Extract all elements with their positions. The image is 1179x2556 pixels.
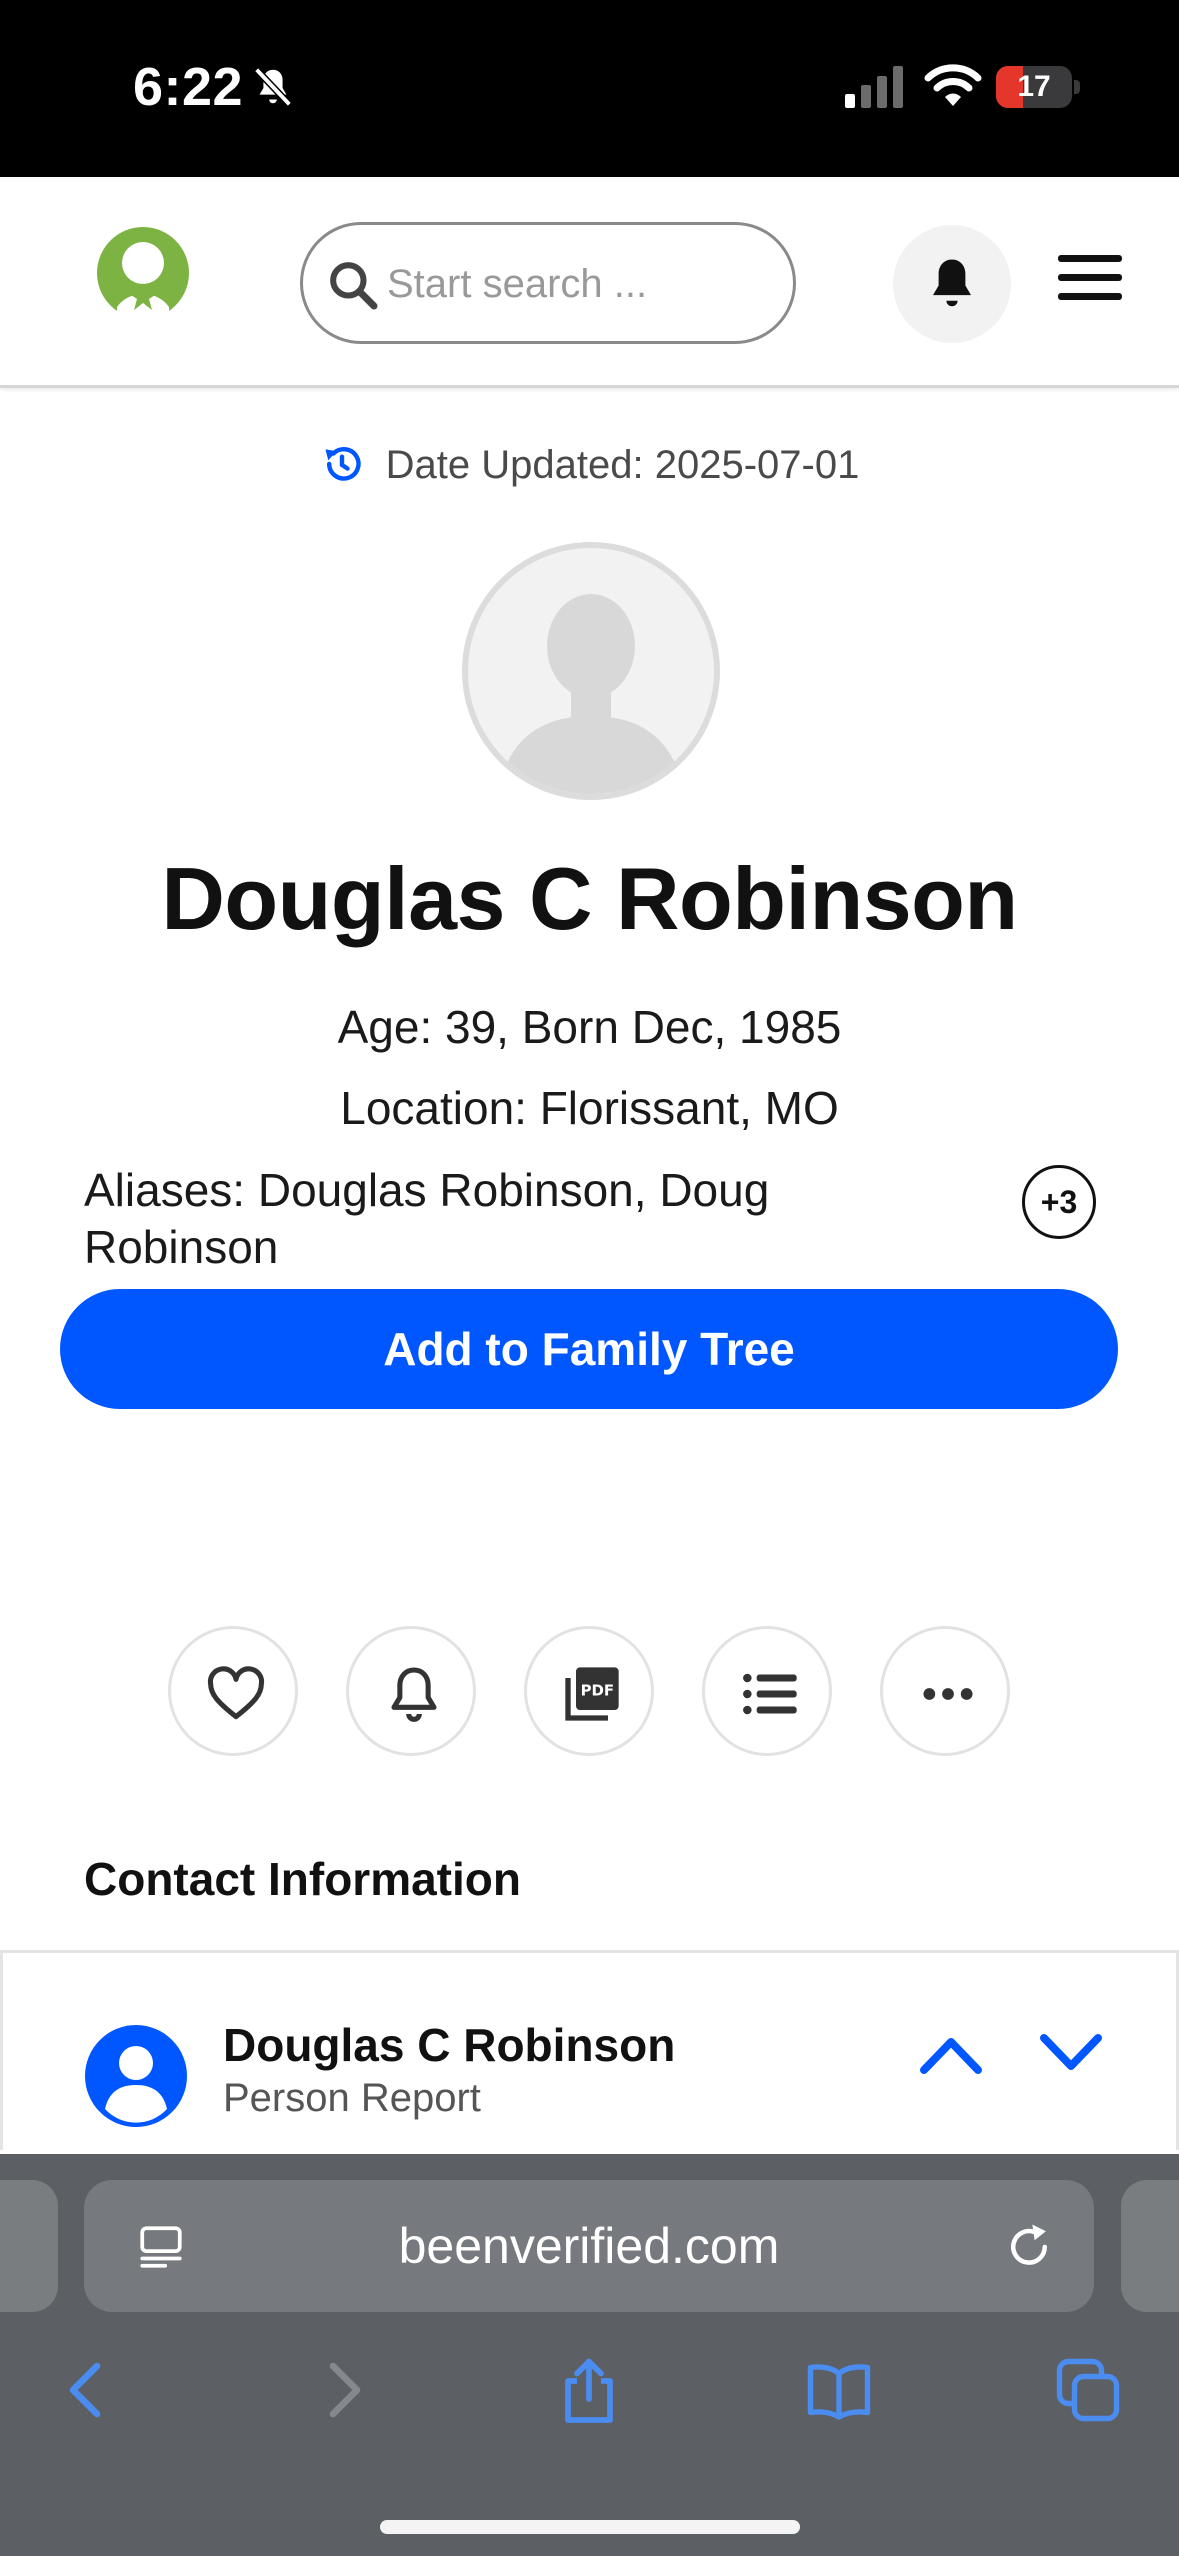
share-icon[interactable]	[553, 2354, 625, 2426]
date-updated-text: Date Updated: 2025-07-01	[385, 443, 860, 487]
address-bar[interactable]: beenverified.com	[84, 2180, 1094, 2312]
location-line: Location: Florissant, MO	[340, 1082, 839, 1134]
hamburger-menu-icon[interactable]	[1058, 253, 1122, 303]
bell-icon	[391, 1667, 437, 1722]
report-person-name: Douglas C Robinson	[223, 2019, 676, 2071]
svg-text:PDF: PDF	[581, 1682, 615, 1700]
more-icon	[923, 1688, 973, 1700]
notifications-button[interactable]	[893, 225, 1011, 343]
aliases-text: Aliases: Douglas Robinson, Doug Robinson	[84, 1164, 770, 1273]
beenverified-logo[interactable]	[97, 227, 189, 319]
app-header	[0, 177, 1179, 388]
report-type-label: Person Report	[223, 2076, 481, 2120]
tabs-icon[interactable]	[1052, 2354, 1124, 2426]
contact-information-heading: Contact Information	[84, 1853, 521, 1905]
download-pdf-button[interactable]: PDF	[524, 1626, 654, 1756]
person-silhouette-icon	[498, 594, 684, 794]
battery-body: 17	[996, 66, 1072, 108]
profile-avatar	[462, 542, 720, 800]
bell-icon	[933, 259, 971, 307]
previous-tab-preview[interactable]	[0, 2180, 58, 2312]
bookmarks-icon[interactable]	[803, 2354, 875, 2426]
bell-slash-icon	[254, 67, 292, 107]
action-row: PDF	[0, 1626, 1179, 1756]
person-avatar-icon	[85, 2025, 187, 2127]
home-indicator	[380, 2520, 800, 2534]
forward-icon[interactable]	[306, 2354, 378, 2426]
status-time: 6:22	[133, 57, 244, 117]
age-line: Age: 39, Born Dec, 1985	[337, 1001, 842, 1053]
aliases-more-badge[interactable]: +3	[1022, 1165, 1096, 1239]
date-updated: Date Updated: 2025-07-01	[0, 442, 1179, 488]
battery-level: 17	[1017, 70, 1051, 103]
history-icon	[325, 446, 361, 481]
url-text: beenverified.com	[398, 2218, 780, 2274]
wifi-icon	[924, 64, 982, 106]
search-icon	[330, 262, 378, 310]
battery-nub	[1074, 80, 1080, 94]
list-icon	[743, 1673, 797, 1715]
favorite-button[interactable]	[168, 1626, 298, 1756]
heart-icon	[207, 1666, 265, 1720]
status-bar: 6:22 17	[0, 0, 1179, 177]
cellular-signal-icon	[845, 66, 903, 108]
add-to-family-tree-button[interactable]: Add to Family Tree	[60, 1289, 1118, 1409]
reload-icon[interactable]	[1002, 2220, 1056, 2274]
battery-icon: 17	[996, 66, 1080, 108]
next-tab-preview[interactable]	[1121, 2180, 1179, 2312]
chevron-up-icon[interactable]	[918, 2028, 984, 2078]
list-button[interactable]	[702, 1626, 832, 1756]
browser-toolbar: beenverified.com	[0, 2154, 1179, 2556]
chevron-down-icon[interactable]	[1038, 2028, 1104, 2078]
person-name: Douglas C Robinson	[161, 849, 1018, 948]
search-box[interactable]	[300, 222, 796, 344]
search-input[interactable]	[387, 249, 777, 319]
monitor-button[interactable]	[346, 1626, 476, 1756]
back-icon[interactable]	[52, 2354, 124, 2426]
person-report-card[interactable]: Douglas C Robinson Person Report	[0, 1950, 1179, 2150]
more-options-button[interactable]	[880, 1626, 1010, 1756]
pdf-icon: PDF	[565, 1667, 619, 1721]
